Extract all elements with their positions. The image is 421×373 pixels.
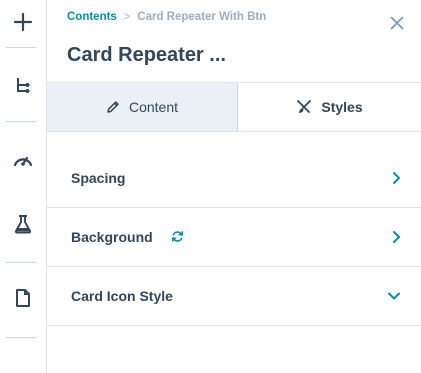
test-button[interactable] [0, 204, 46, 244]
document-icon [16, 289, 30, 307]
performance-button[interactable] [0, 140, 46, 180]
chevron-right-icon [392, 171, 401, 185]
tab-styles[interactable]: Styles [238, 83, 421, 131]
section-label: Card Icon Style [71, 288, 173, 304]
section-card-icon-style[interactable]: Card Icon Style [47, 267, 421, 326]
breadcrumb-separator: > [123, 11, 131, 23]
pencil-icon [106, 100, 120, 114]
rail-divider [6, 262, 36, 263]
panel-header: Contents > Card Repeater With Btn Card R… [47, 0, 421, 83]
rail-divider [6, 121, 36, 122]
section-label: Background [71, 229, 153, 245]
chevron-down-icon [387, 292, 401, 301]
editor-panel: Contents > Card Repeater With Btn Card R… [47, 0, 421, 373]
tab-content[interactable]: Content [47, 83, 238, 131]
breadcrumb: Contents > Card Repeater With Btn [67, 11, 266, 23]
add-button[interactable] [0, 2, 46, 42]
rail-divider [6, 337, 36, 338]
rail-divider [6, 47, 36, 48]
tab-styles-label: Styles [321, 99, 363, 115]
tree-button[interactable] [0, 66, 46, 106]
breadcrumb-current: Card Repeater With Btn [137, 11, 267, 23]
gauge-icon [13, 156, 33, 167]
add-icon [13, 12, 33, 32]
close-icon [390, 16, 404, 30]
section-label: Spacing [71, 170, 126, 186]
tree-icon [17, 78, 30, 93]
brush-icon [296, 99, 312, 115]
refresh-icon[interactable] [171, 230, 184, 243]
flask-icon [14, 215, 32, 234]
page-title: Card Repeater ... [67, 44, 226, 66]
tab-bar: Content Styles [47, 83, 421, 132]
section-spacing[interactable]: Spacing [47, 149, 421, 208]
section-background[interactable]: Background [47, 208, 421, 267]
close-button[interactable] [387, 13, 407, 33]
left-rail [0, 0, 47, 373]
chevron-right-icon [392, 230, 401, 244]
breadcrumb-link-contents[interactable]: Contents [67, 11, 117, 23]
tab-content-label: Content [128, 99, 179, 115]
page-button[interactable] [0, 278, 46, 318]
